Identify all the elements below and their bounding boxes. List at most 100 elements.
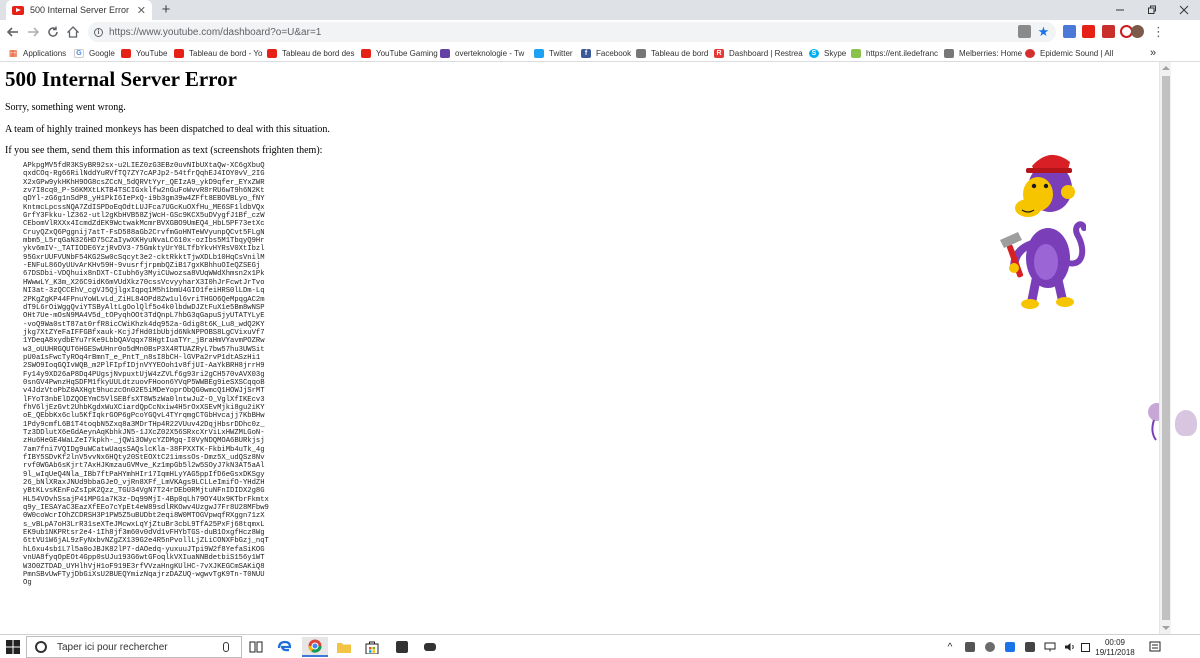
epidemic-sound-icon	[1025, 48, 1035, 58]
notification-icon	[1149, 641, 1161, 652]
bookmarks-overflow-button[interactable]: »	[1150, 46, 1156, 60]
tab-close-icon[interactable]: ✕	[137, 4, 146, 17]
twitter-icon	[534, 48, 544, 58]
show-desktop-button[interactable]	[1168, 637, 1194, 657]
store-button[interactable]	[362, 637, 382, 657]
bookmark-item[interactable]: ▦ Applications	[8, 46, 66, 60]
scrollbar-thumb[interactable]	[1162, 76, 1170, 620]
clock-time: 00:09	[1104, 638, 1126, 647]
sorry-text: Sorry, something went wrong.	[5, 102, 126, 113]
volume-icon[interactable]	[1062, 637, 1078, 657]
bookmark-item[interactable]: YouTube	[121, 46, 167, 60]
ent-icon	[851, 48, 861, 58]
skype-icon: S	[809, 48, 819, 58]
new-tab-button[interactable]: +	[158, 1, 174, 19]
page-content: 500 Internal Server Error Sorry, somethi…	[0, 62, 1159, 634]
extension-icon[interactable]	[1082, 25, 1095, 38]
action-center-button[interactable]	[1146, 637, 1164, 657]
debug-info-text: APkpgMV5fdR3KSyBR92sx-u2LIEZ0zG3EBz0uvNI…	[23, 162, 269, 588]
task-view-button[interactable]	[246, 637, 266, 657]
microphone-icon[interactable]	[223, 642, 229, 652]
apps-grid-icon: ▦	[8, 47, 18, 58]
browser-tab[interactable]: 500 Internal Server Error ✕	[6, 0, 152, 20]
youtube-icon	[121, 48, 131, 58]
back-button[interactable]	[4, 23, 22, 41]
clock-date: 19/11/2018	[1095, 648, 1135, 657]
browser-toolbar: i https://www.youtube.com/dashboard?o=U&…	[0, 20, 1200, 44]
partial-mascot-icon	[1148, 403, 1159, 441]
desktop-edge	[1171, 62, 1200, 634]
file-explorer-button[interactable]	[334, 637, 354, 657]
edge-button[interactable]	[274, 637, 294, 657]
youtube-icon	[174, 48, 184, 58]
reload-button[interactable]	[44, 23, 62, 41]
network-icon[interactable]	[1042, 637, 1058, 657]
tray-app-icon[interactable]	[1022, 637, 1038, 657]
back-arrow-icon	[7, 27, 18, 37]
bookmark-item[interactable]: R Dashboard | Restrea	[714, 46, 803, 60]
scroll-down-icon[interactable]	[1162, 626, 1170, 630]
bookmark-item[interactable]: G Google	[74, 46, 115, 60]
start-button[interactable]	[4, 637, 22, 657]
menu-dots-icon[interactable]: ⋮	[1152, 25, 1165, 38]
close-icon	[1179, 5, 1189, 15]
taskbar-search[interactable]: Taper ici pour rechercher	[26, 636, 242, 658]
restore-button[interactable]	[1136, 0, 1168, 20]
edge-icon	[277, 640, 291, 652]
system-clock[interactable]: 00:09 19/11/2018	[1090, 638, 1140, 658]
extension-icon[interactable]	[1063, 25, 1076, 38]
home-button[interactable]	[64, 23, 82, 41]
tab-strip: 500 Internal Server Error ✕ +	[0, 0, 1200, 20]
store-icon	[365, 641, 379, 654]
app-icon	[396, 641, 408, 653]
close-window-button[interactable]	[1168, 0, 1200, 20]
extension-icon[interactable]	[1102, 25, 1115, 38]
bookmark-star-icon[interactable]: ★	[1037, 25, 1050, 38]
youtube-gaming-icon	[361, 48, 371, 58]
address-url[interactable]: https://www.youtube.com/dashboard?o=U&ar…	[109, 27, 321, 38]
bookmark-item[interactable]: S Skype	[809, 46, 846, 60]
bookmark-item[interactable]: Tableau de bord des	[267, 46, 355, 60]
tray-app-icon[interactable]	[1002, 637, 1018, 657]
address-bar[interactable]: i https://www.youtube.com/dashboard?o=U&…	[88, 22, 1056, 42]
youtube-icon	[267, 48, 277, 58]
cortana-icon	[35, 641, 47, 653]
bookmark-item[interactable]: Twitter	[534, 46, 573, 60]
forward-arrow-icon	[28, 27, 39, 37]
windows-logo-icon	[6, 640, 20, 654]
bookmark-item[interactable]: f Facebook	[581, 46, 631, 60]
app-button[interactable]	[420, 637, 440, 657]
tray-app-icon[interactable]	[962, 637, 978, 657]
scroll-up-icon[interactable]	[1162, 66, 1170, 70]
page-scrollbar[interactable]	[1159, 62, 1171, 634]
monkey-illustration	[1000, 154, 1086, 309]
desktop-mascot-icon	[1175, 410, 1197, 436]
bookmark-item[interactable]: Melberries: Home	[944, 46, 1022, 60]
site-info-icon[interactable]: i	[94, 27, 103, 37]
app-button[interactable]	[392, 637, 412, 657]
reload-icon	[48, 26, 58, 37]
show-hidden-icons-icon[interactable]: ^	[942, 637, 958, 657]
bookmark-item[interactable]: Epidemic Sound | All	[1025, 46, 1113, 60]
search-placeholder: Taper ici pour rechercher	[57, 641, 168, 653]
minimize-button[interactable]	[1104, 0, 1136, 20]
profile-avatar[interactable]	[1131, 25, 1144, 38]
bookmark-item[interactable]: Tableau de bord - Yo	[174, 46, 262, 60]
minimize-icon	[1116, 9, 1124, 11]
chrome-button[interactable]	[302, 637, 328, 657]
forward-button[interactable]	[24, 23, 42, 41]
restream-icon: R	[714, 48, 724, 58]
globe-icon	[944, 48, 954, 58]
home-icon	[67, 26, 79, 38]
bookmark-item[interactable]: overteknologie - Tw	[440, 46, 524, 60]
bookmark-item[interactable]: YouTube Gaming	[361, 46, 438, 60]
tray-app-icon[interactable]	[982, 637, 998, 657]
page-title: 500 Internal Server Error	[5, 67, 237, 91]
translate-icon[interactable]	[1018, 25, 1031, 38]
google-icon: G	[74, 48, 84, 58]
send-info-text: If you see them, send them this informat…	[5, 145, 323, 156]
restore-icon	[1148, 5, 1156, 14]
facebook-icon: f	[581, 48, 591, 58]
bookmark-item[interactable]: https://ent.iledefranc	[851, 46, 938, 60]
bookmark-item[interactable]: Tableau de bord	[636, 46, 708, 60]
